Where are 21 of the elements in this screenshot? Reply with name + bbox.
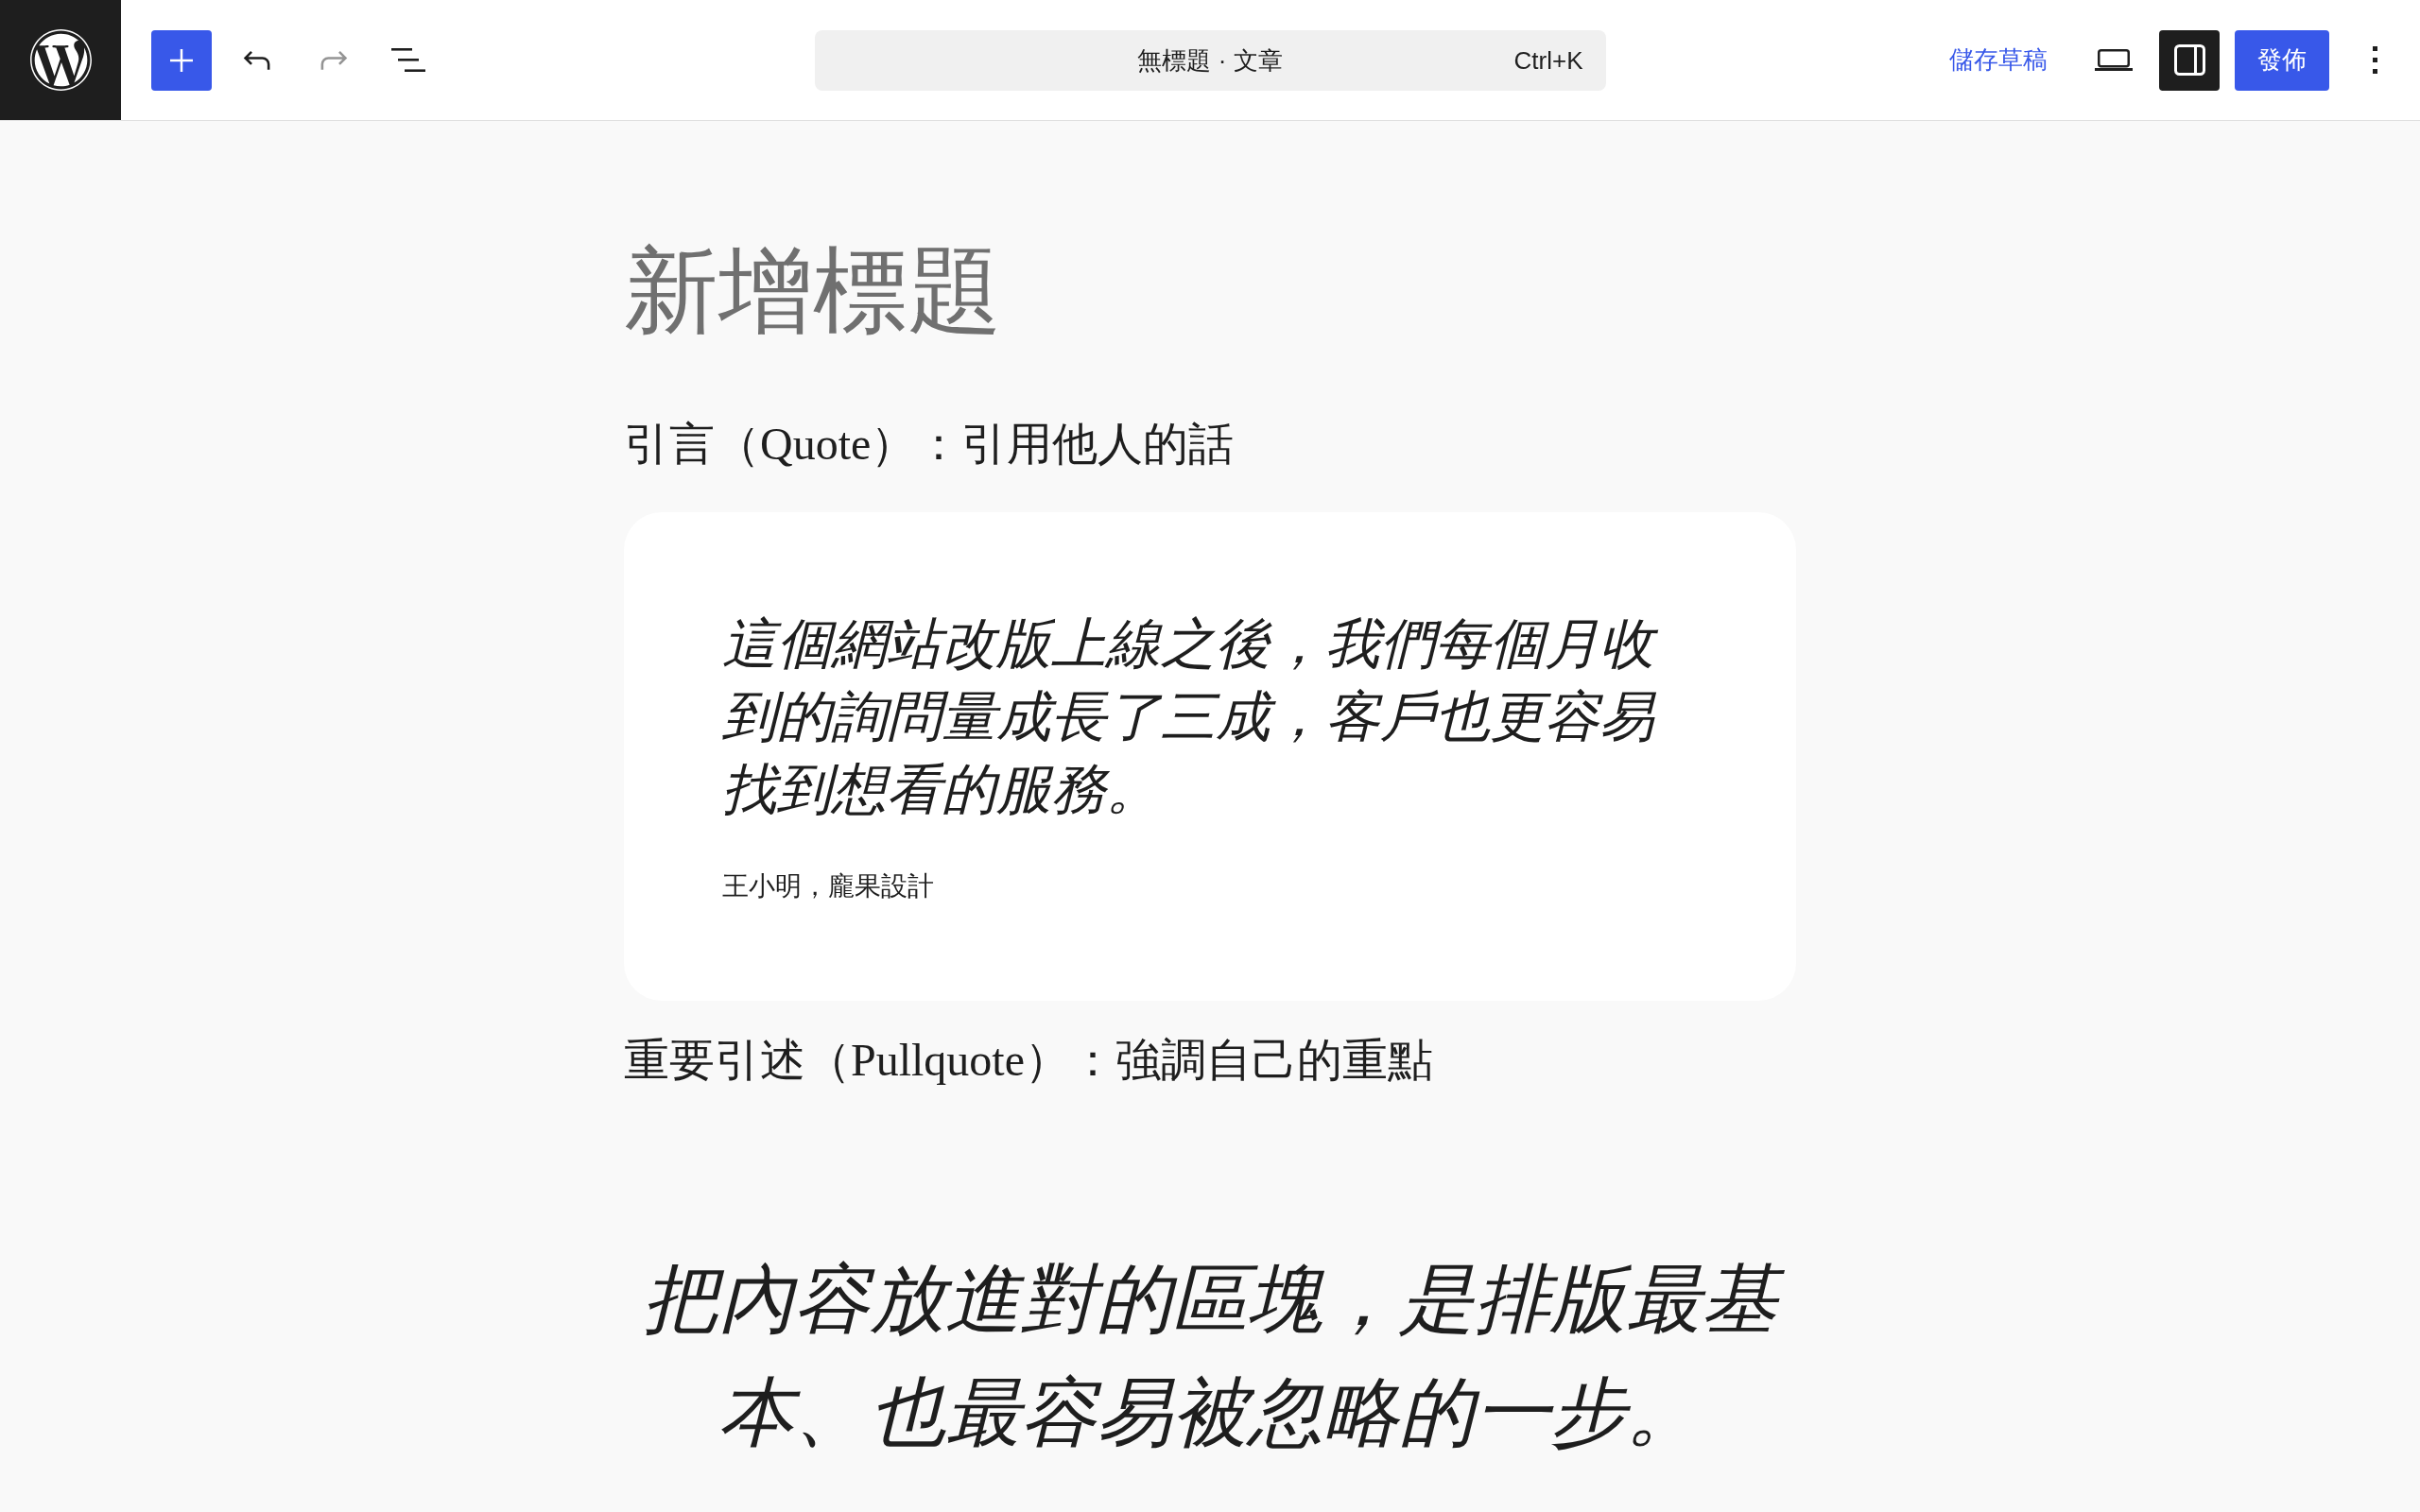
document-title: 無標題 · 文章 <box>1137 44 1283 77</box>
paragraph-text: 重要引述（Pullquote）：強調自己的重點 <box>624 1034 1434 1087</box>
add-block-button[interactable] <box>151 29 212 91</box>
paragraph-text: 引言（Quote）：引用他人的話 <box>624 418 1236 471</box>
quote-text: 這個網站改版上線之後，我們每個月收到的詢問量成長了三成，客戶也更容易找到想看的服務。 <box>722 607 1702 825</box>
laptop-icon <box>2095 49 2133 71</box>
command-bar[interactable]: 無標題 · 文章 Ctrl+K <box>814 29 1606 91</box>
sidebar-icon <box>2173 44 2205 76</box>
pullquote-text: 把內容放進對的區塊，是排版最基本、也最容易被忽略的一步。 <box>624 1243 1796 1469</box>
logo-icon <box>28 28 93 92</box>
quote-citation: 王小明，龐果設計 <box>722 870 935 902</box>
settings-toggle-button[interactable] <box>2159 29 2220 91</box>
publish-button[interactable]: 發佈 <box>2235 29 2329 91</box>
more-options-icon <box>2372 46 2377 74</box>
title-field[interactable]: 新增標題 <box>624 233 1796 347</box>
save-draft-button[interactable]: 儲存草稿 <box>1928 29 2068 91</box>
plus-icon <box>170 48 193 72</box>
logo-button[interactable] <box>0 0 121 120</box>
list-icon <box>391 48 425 72</box>
undo-icon <box>242 49 272 71</box>
keyboard-shortcut: Ctrl+K <box>1513 44 1583 77</box>
